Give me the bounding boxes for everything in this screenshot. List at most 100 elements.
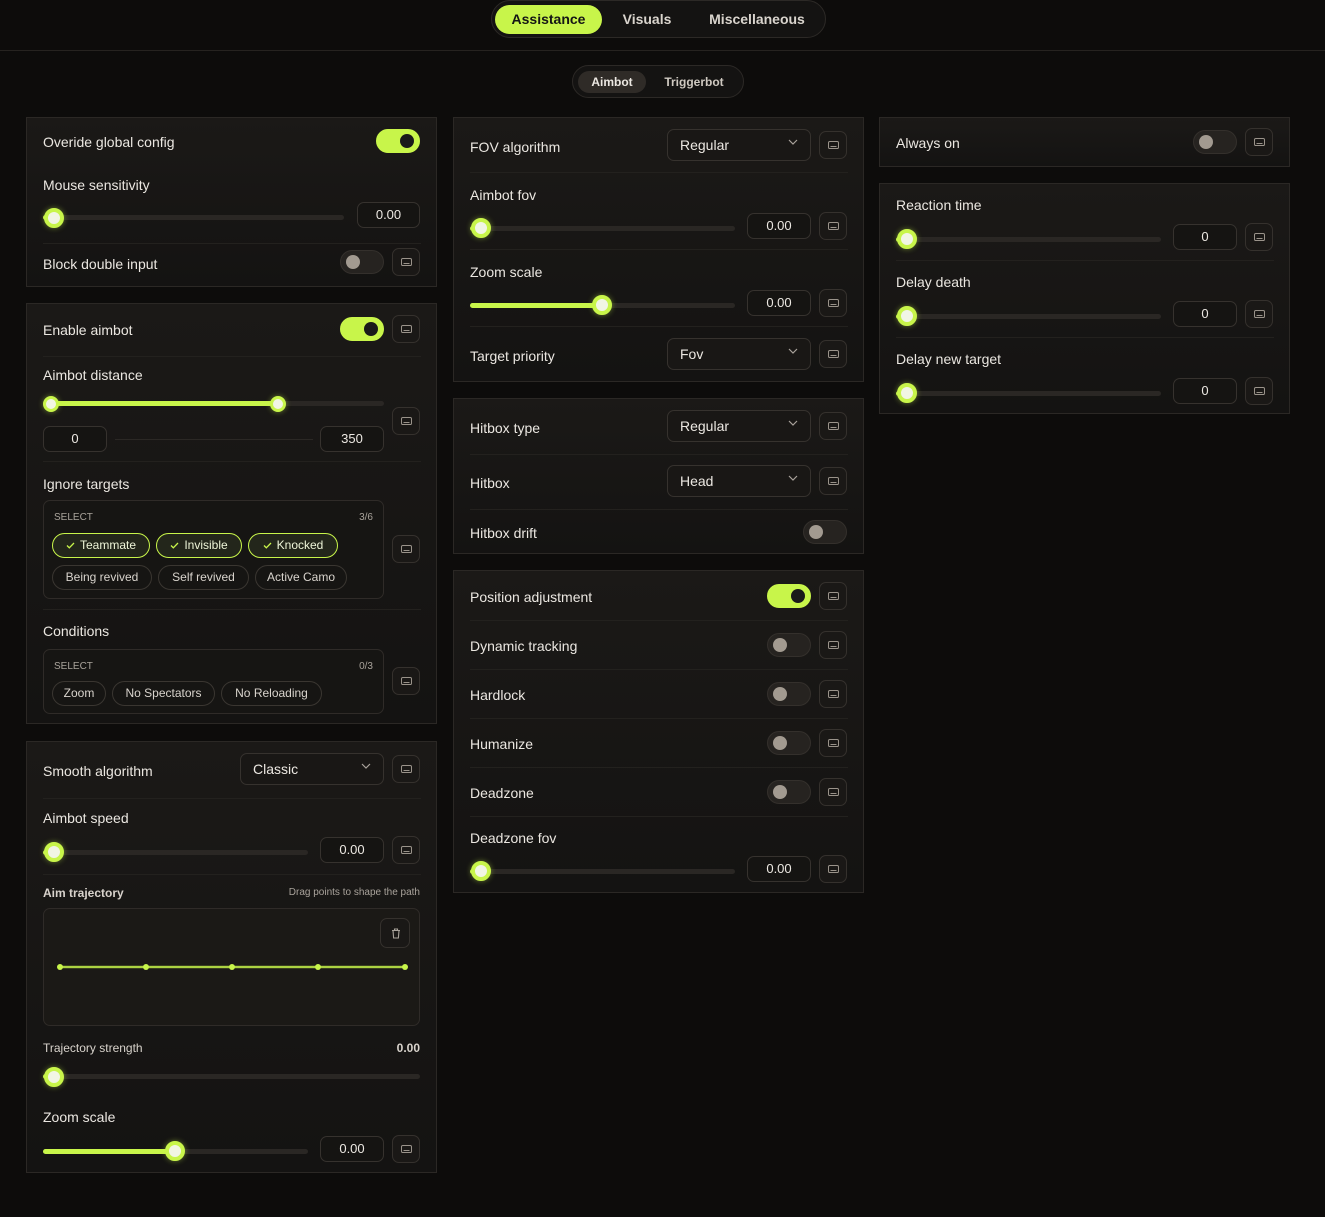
chip-self-revived[interactable]: Self revived bbox=[158, 565, 249, 590]
trajectory-strength-slider[interactable] bbox=[43, 1074, 420, 1079]
keyboard-icon[interactable] bbox=[392, 248, 420, 276]
tab-triggerbot[interactable]: Triggerbot bbox=[653, 71, 735, 93]
keyboard-icon[interactable] bbox=[1245, 223, 1273, 251]
keyboard-icon[interactable] bbox=[819, 340, 847, 368]
chip-zoom[interactable]: Zoom bbox=[52, 681, 106, 706]
keyboard-icon[interactable] bbox=[392, 1135, 420, 1163]
aimbot-fov-value[interactable]: 0.00 bbox=[747, 213, 811, 239]
tab-visuals[interactable]: Visuals bbox=[608, 5, 686, 34]
main-tabs: Assistance Visuals Miscellaneous bbox=[491, 0, 826, 38]
deadzone-toggle[interactable] bbox=[767, 780, 811, 804]
keyboard-icon[interactable] bbox=[819, 289, 847, 317]
target-priority-dropdown[interactable]: Fov bbox=[667, 338, 811, 370]
chip-knocked[interactable]: Knocked bbox=[248, 533, 338, 558]
aimbot-speed-value[interactable]: 0.00 bbox=[320, 837, 384, 863]
keyboard-icon[interactable] bbox=[819, 412, 847, 440]
mouse-sensitivity-value[interactable]: 0.00 bbox=[357, 202, 420, 228]
trajectory-strength-thumb[interactable] bbox=[44, 1067, 64, 1087]
dynamic-tracking-toggle[interactable] bbox=[767, 633, 811, 657]
reaction-time-value[interactable]: 0 bbox=[1173, 224, 1237, 250]
always-on-toggle[interactable] bbox=[1193, 130, 1237, 154]
mouse-sensitivity-slider[interactable] bbox=[43, 215, 344, 220]
aimbot-distance-min-thumb[interactable] bbox=[43, 396, 59, 412]
chip-no-reloading[interactable]: No Reloading bbox=[221, 681, 322, 706]
humanize-toggle[interactable] bbox=[767, 731, 811, 755]
zoom-scale-2-value[interactable]: 0.00 bbox=[747, 290, 811, 316]
mouse-sensitivity-thumb[interactable] bbox=[44, 208, 64, 228]
aimbot-distance-max-value[interactable]: 350 bbox=[320, 426, 384, 452]
aimbot-distance-label: Aimbot distance bbox=[43, 367, 143, 383]
zoom-scale-2-thumb[interactable] bbox=[592, 295, 612, 315]
check-icon bbox=[66, 542, 75, 550]
delay-death-label: Delay death bbox=[896, 274, 971, 290]
reaction-time-thumb[interactable] bbox=[897, 229, 917, 249]
deadzone-fov-slider[interactable] bbox=[470, 869, 735, 874]
fov-algorithm-dropdown[interactable]: Regular bbox=[667, 129, 811, 161]
aim-trajectory-hint: Drag points to shape the path bbox=[288, 887, 420, 898]
delay-new-target-thumb[interactable] bbox=[897, 383, 917, 403]
chip-active-camo[interactable]: Active Camo bbox=[255, 565, 347, 590]
keyboard-icon[interactable] bbox=[392, 315, 420, 343]
keyboard-icon[interactable] bbox=[1245, 300, 1273, 328]
delay-new-target-slider[interactable] bbox=[896, 391, 1161, 396]
trajectory-path[interactable] bbox=[44, 909, 421, 1027]
aim-trajectory-editor[interactable] bbox=[43, 908, 420, 1026]
keyboard-icon[interactable] bbox=[1245, 377, 1273, 405]
delay-new-target-value[interactable]: 0 bbox=[1173, 378, 1237, 404]
zoom-scale-thumb[interactable] bbox=[165, 1141, 185, 1161]
mouse-sensitivity-label: Mouse sensitivity bbox=[43, 177, 150, 193]
position-adjustment-toggle[interactable] bbox=[767, 584, 811, 608]
keyboard-icon[interactable] bbox=[392, 836, 420, 864]
keyboard-icon[interactable] bbox=[819, 582, 847, 610]
keyboard-icon[interactable] bbox=[819, 631, 847, 659]
fov-algorithm-label: FOV algorithm bbox=[470, 139, 561, 155]
always-on-panel: Always on bbox=[879, 117, 1290, 167]
timing-panel: Reaction time 0 Delay death 0 Delay new … bbox=[879, 183, 1290, 414]
aimbot-fov-thumb[interactable] bbox=[471, 218, 491, 238]
keyboard-icon[interactable] bbox=[819, 680, 847, 708]
hitbox-drift-toggle[interactable] bbox=[803, 520, 847, 544]
tab-assistance[interactable]: Assistance bbox=[495, 5, 602, 34]
aimbot-speed-thumb[interactable] bbox=[44, 842, 64, 862]
hitbox-type-dropdown[interactable]: Regular bbox=[667, 410, 811, 442]
keyboard-icon[interactable] bbox=[819, 778, 847, 806]
keyboard-icon[interactable] bbox=[819, 131, 847, 159]
delay-death-slider[interactable] bbox=[896, 314, 1161, 319]
zoom-scale-value[interactable]: 0.00 bbox=[320, 1136, 384, 1162]
enable-aimbot-toggle[interactable] bbox=[340, 317, 384, 341]
keyboard-icon[interactable] bbox=[819, 467, 847, 495]
smooth-algorithm-dropdown[interactable]: Classic bbox=[240, 753, 384, 785]
delay-death-value[interactable]: 0 bbox=[1173, 301, 1237, 327]
aimbot-fov-slider[interactable] bbox=[470, 226, 735, 231]
chip-invisible[interactable]: Invisible bbox=[156, 533, 242, 558]
override-global-config-toggle[interactable] bbox=[376, 129, 420, 153]
tab-aimbot[interactable]: Aimbot bbox=[578, 71, 646, 93]
block-double-input-toggle[interactable] bbox=[340, 250, 384, 274]
keyboard-icon[interactable] bbox=[819, 729, 847, 757]
hitbox-dropdown[interactable]: Head bbox=[667, 465, 811, 497]
keyboard-icon[interactable] bbox=[819, 855, 847, 883]
chip-teammate[interactable]: Teammate bbox=[52, 533, 150, 558]
deadzone-fov-thumb[interactable] bbox=[471, 861, 491, 881]
deadzone-fov-value[interactable]: 0.00 bbox=[747, 856, 811, 882]
aimbot-speed-slider[interactable] bbox=[43, 850, 308, 855]
chip-being-revived[interactable]: Being revived bbox=[52, 565, 152, 590]
reaction-time-slider[interactable] bbox=[896, 237, 1161, 242]
keyboard-icon[interactable] bbox=[819, 212, 847, 240]
keyboard-icon[interactable] bbox=[392, 407, 420, 435]
chip-no-spectators[interactable]: No Spectators bbox=[112, 681, 215, 706]
keyboard-icon[interactable] bbox=[392, 535, 420, 563]
tab-miscellaneous[interactable]: Miscellaneous bbox=[697, 5, 817, 34]
aimbot-distance-max-thumb[interactable] bbox=[270, 396, 286, 412]
delay-death-thumb[interactable] bbox=[897, 306, 917, 326]
chevron-down-icon bbox=[361, 763, 371, 769]
block-double-input-label: Block double input bbox=[43, 256, 158, 272]
aimbot-distance-range-slider[interactable] bbox=[43, 401, 384, 406]
keyboard-icon[interactable] bbox=[392, 755, 420, 783]
ignore-targets-multiselect[interactable]: SELECT 3/6 Teammate Invisible Knocked Be… bbox=[43, 500, 384, 599]
keyboard-icon[interactable] bbox=[392, 667, 420, 695]
aimbot-distance-min-value[interactable]: 0 bbox=[43, 426, 107, 452]
keyboard-icon[interactable] bbox=[1245, 128, 1273, 156]
conditions-multiselect[interactable]: SELECT 0/3 Zoom No Spectators No Reloadi… bbox=[43, 649, 384, 714]
hardlock-toggle[interactable] bbox=[767, 682, 811, 706]
